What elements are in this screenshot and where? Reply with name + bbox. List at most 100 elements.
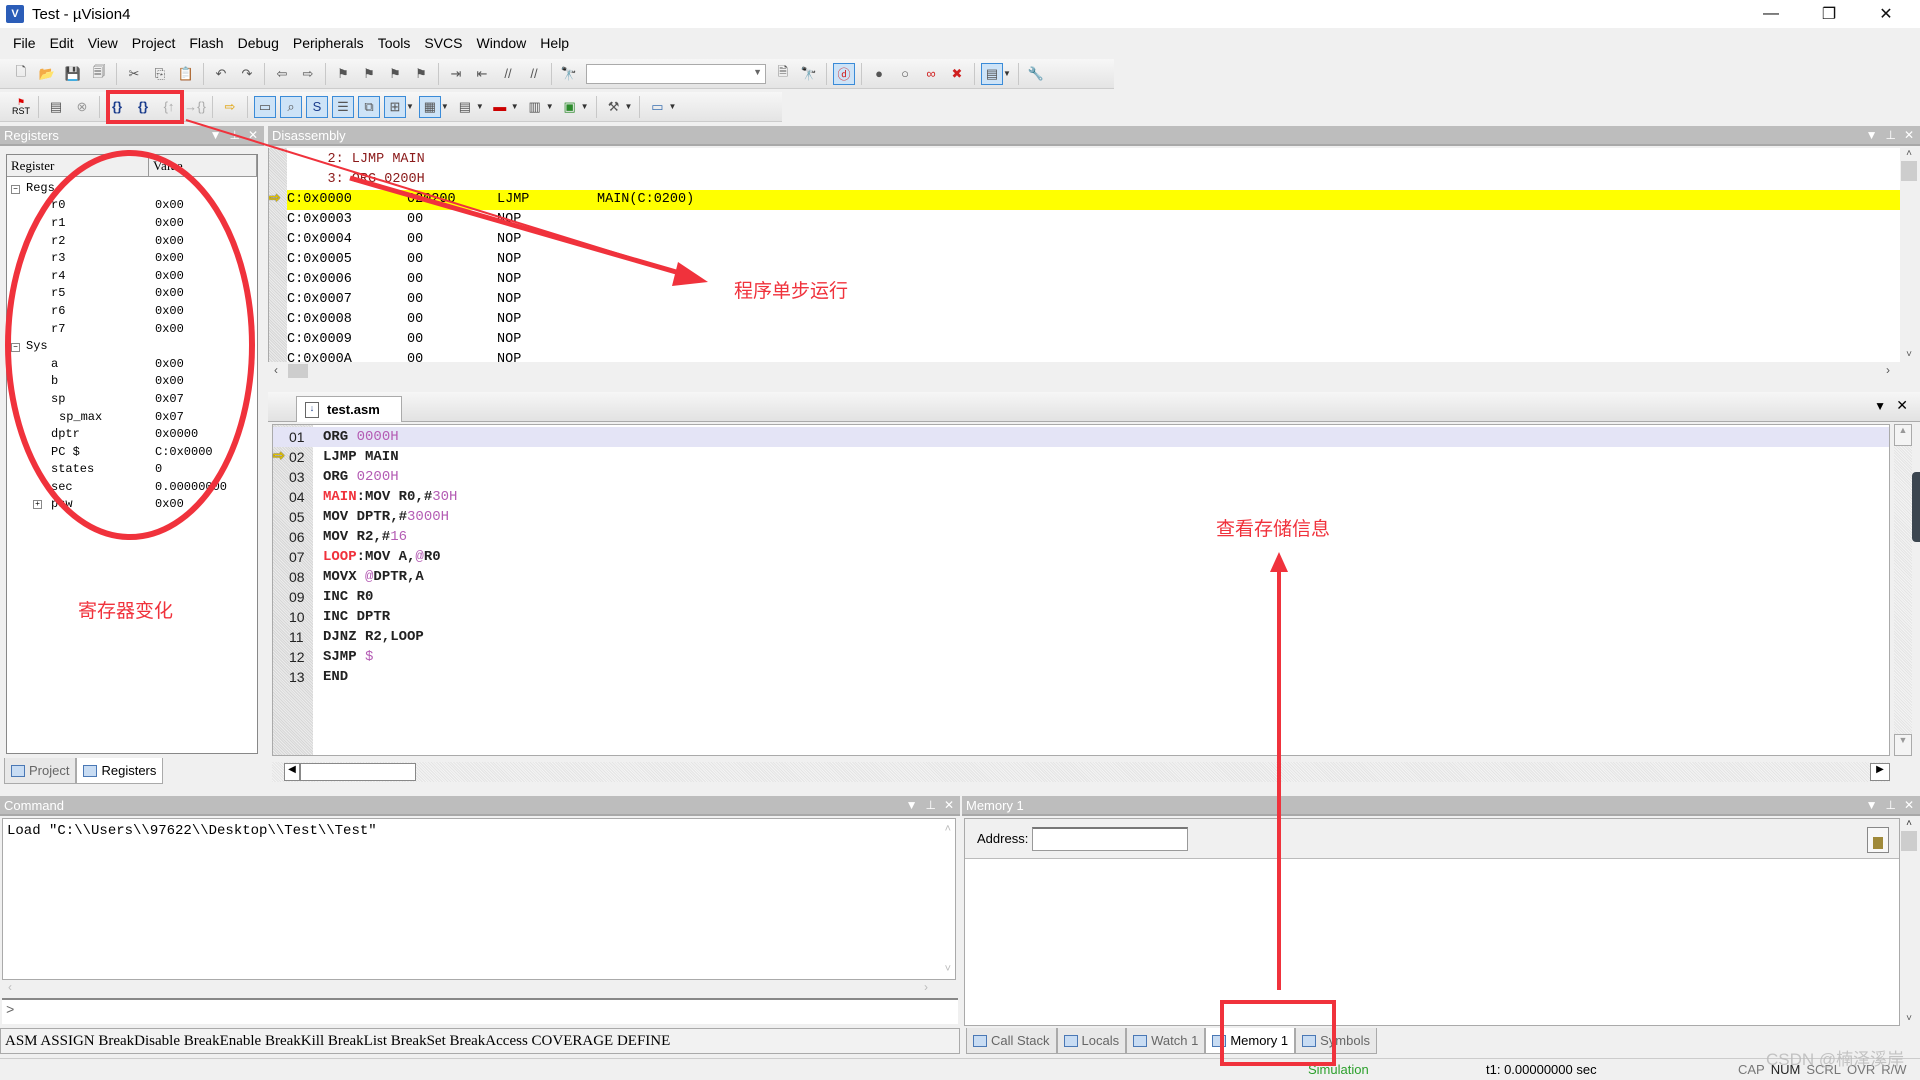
find-in-files-icon[interactable]: 🔭 [558,63,580,85]
register-value[interactable]: 0x0000 [155,427,198,441]
disassembly-row[interactable]: C:0x0006 00 NOP [287,270,1900,290]
watch-window-icon[interactable]: ⊞ [384,95,406,118]
code-editor[interactable]: 01 ORG 0000H 02 LJMP MAIN ⇨ 03 ORG 0200H 04 MAIN… [272,424,1890,756]
menu-tools[interactable]: Tools [378,35,411,51]
code-line[interactable]: 08 MOVX @DPTR,A [273,567,1889,587]
address-input[interactable] [1032,826,1189,851]
register-value[interactable]: 0x00 [155,234,184,248]
menu-svcs[interactable]: SVCS [424,35,462,51]
toolbox-icon[interactable]: ⚒ [603,96,625,118]
pin-icon[interactable]: ⊥ [1885,798,1895,812]
register-group-regs[interactable]: − Regs [7,179,257,197]
close-icon[interactable]: ✕ [1904,128,1914,142]
save-icon[interactable]: 💾 [62,63,84,85]
register-row[interactable]: r4 0x00 [7,267,257,285]
bookmark-icon[interactable]: ⚑ [332,63,354,85]
symbols-window-icon[interactable]: S [306,95,328,118]
register-value[interactable]: 0x00 [155,322,184,336]
command-horizontal-scrollbar[interactable]: ‹ › [2,980,956,996]
new-file-icon[interactable]: 🗋 [10,63,32,85]
register-value[interactable]: 0x00 [155,269,184,283]
register-value[interactable]: 0x00 [155,216,184,230]
column-header-value[interactable]: Value [149,155,257,176]
editor-horizontal-scrollbar[interactable]: ◀ ▶ [272,762,1890,782]
breakpoint-disable-all-icon[interactable]: ∞ [920,63,942,85]
collapse-icon[interactable]: − [11,343,20,353]
command-output[interactable]: Load "C:\\Users\\97622\\Desktop\\Test\\T… [2,818,956,980]
restore-button[interactable]: ❐ [1801,0,1857,28]
redo-icon[interactable]: ↷ [236,63,258,85]
menu-help[interactable]: Help [540,35,569,51]
register-value[interactable]: 0x00 [155,286,184,300]
close-button[interactable]: ✕ [1858,0,1914,28]
code-line[interactable]: 12 SJMP $ [273,647,1889,667]
register-value[interactable]: 0 [155,462,162,476]
register-row[interactable]: r1 0x00 [7,214,257,232]
disassembly-source-line[interactable]: 3: ORG 0200H [287,170,1900,190]
disassembly-row[interactable]: C:0x0004 00 NOP [287,230,1900,250]
disassembly-row[interactable]: C:0x0009 00 NOP [287,330,1900,350]
register-value[interactable]: 0x00 [155,304,184,318]
tab-locals[interactable]: Locals [1056,1028,1127,1054]
register-row[interactable]: r5 0x00 [7,285,257,303]
scroll-up-icon[interactable]: ˄ [945,823,951,835]
editor-vertical-scrollbar[interactable]: ▲ ▼ [1894,424,1912,756]
run-icon[interactable]: ▤ [45,96,67,118]
unindent-icon[interactable]: ⇤ [471,63,493,85]
undo-icon[interactable]: ↶ [210,63,232,85]
menu-view[interactable]: View [88,35,118,51]
breakpoint-enable-icon[interactable]: ○ [894,63,916,85]
analysis-window-icon[interactable]: ▬ [489,96,511,118]
find-icon[interactable]: 🗎 [772,63,794,85]
code-line[interactable]: 05 MOV DPTR,#3000H [273,507,1889,527]
register-row[interactable]: sec 0.00000000 [7,478,257,496]
menu-project[interactable]: Project [132,35,176,51]
column-header-register[interactable]: Register [7,155,149,176]
register-row[interactable]: sp_max 0x07 [7,408,257,426]
register-value[interactable]: C:0x0000 [155,445,213,459]
dropdown-icon[interactable]: ▼ [1874,399,1886,413]
disassembly-window-icon[interactable]: ⌕ [280,95,302,118]
code-line[interactable]: 03 ORG 0200H [273,467,1889,487]
code-line[interactable]: 04 MAIN:MOV R0,#30H [273,487,1889,507]
register-value[interactable]: 0x00 [155,357,184,371]
chevron-down-icon[interactable]: ▼ [753,67,762,77]
open-folder-icon[interactable]: 📂 [36,63,58,85]
code-line[interactable]: 09 INC R0 [273,587,1889,607]
disassembly-view[interactable]: 2: LJMP MAIN 3: ORG 0200H C:0x0000 020200 L… [268,148,1900,362]
register-row[interactable]: PC $ C:0x0000 [7,443,257,461]
code-line[interactable]: 02 LJMP MAIN ⇨ [273,447,1889,467]
system-viewer-icon[interactable]: ▣ [559,96,581,118]
find-combobox[interactable]: ▼ [586,63,766,84]
register-row[interactable]: a 0x00 [7,355,257,373]
pin-icon[interactable]: ⊥ [925,798,935,812]
scroll-down-icon[interactable]: ˅ [945,963,951,975]
save-all-icon[interactable]: 🗐 [88,63,110,85]
cut-icon[interactable]: ✂ [123,63,145,85]
expand-icon[interactable]: + [33,499,42,509]
close-icon[interactable]: ✕ [248,128,258,142]
copy-icon[interactable]: ⎘ [149,63,171,85]
debug-restore-views-icon[interactable]: ▭ [646,96,668,118]
menu-peripherals[interactable]: Peripherals [293,35,364,51]
dropdown-icon[interactable]: ▼ [1866,798,1878,812]
register-row[interactable]: sp 0x07 [7,390,257,408]
menu-edit[interactable]: Edit [50,35,74,51]
side-gauge-widget[interactable] [1912,472,1920,542]
memory-view[interactable]: Address: [964,818,1900,1026]
trace-window-icon[interactable]: ▥ [524,96,546,118]
register-row[interactable]: r2 0x00 [7,232,257,250]
register-value[interactable]: 0x00 [155,374,184,388]
disassembly-row[interactable]: C:0x0008 00 NOP [287,310,1900,330]
disassembly-row[interactable]: C:0x0007 00 NOP [287,290,1900,310]
disassembly-vertical-scrollbar[interactable]: ˄ ˅ [1900,148,1918,362]
pin-icon[interactable]: ⊥ [1885,128,1895,142]
register-value[interactable]: 0.00000000 [155,480,227,494]
collapse-icon[interactable]: − [11,184,20,194]
bookmark-next-icon[interactable]: ⚑ [384,63,406,85]
command-input[interactable]: > [2,998,958,1024]
reset-icon[interactable]: ⚑ RST [10,96,32,118]
indent-icon[interactable]: ⇥ [445,63,467,85]
tab-project[interactable]: Project [4,758,77,784]
serial-window-icon[interactable]: ▤ [454,96,476,118]
